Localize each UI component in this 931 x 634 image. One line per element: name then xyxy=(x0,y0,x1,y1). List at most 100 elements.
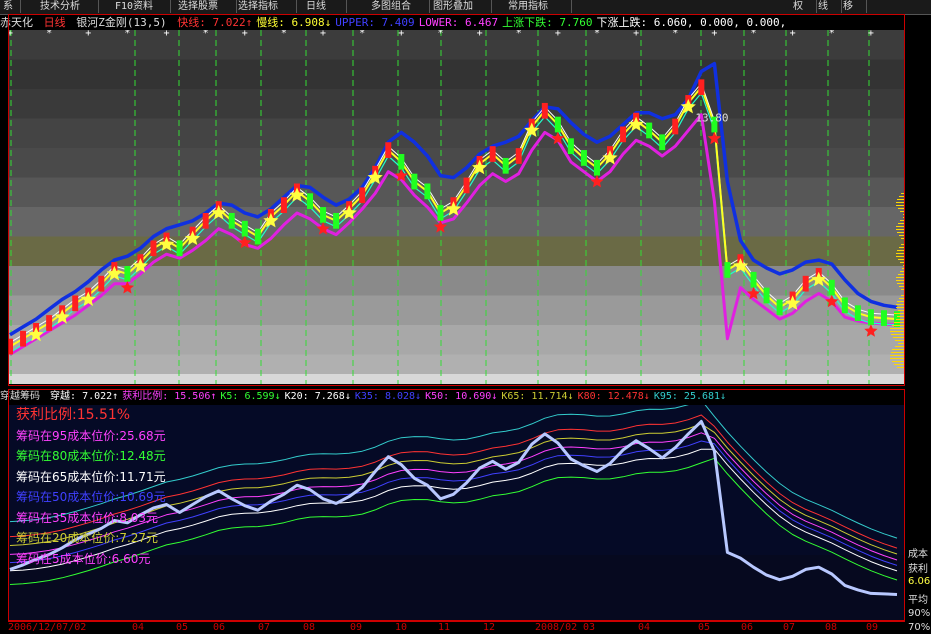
date-tick-label: 09 xyxy=(350,622,363,633)
volume-profile-bar xyxy=(890,328,904,329)
chip-legend: 穿越筹码 穿越: 7.022↑ 获利比例: 15.506↑ K5: 6.599↓ K2… xyxy=(0,390,905,404)
volume-profile-bar xyxy=(896,280,904,281)
chip-info-line: 筹码在95成本位价:25.68元 xyxy=(16,428,166,443)
volume-profile-bar xyxy=(890,358,904,359)
candle xyxy=(580,150,587,166)
volume-profile-bar xyxy=(891,352,904,353)
date-tick-label: 07 xyxy=(783,622,796,633)
candle xyxy=(411,173,418,190)
volume-profile-bar xyxy=(894,364,904,365)
legend-item: 慢线: 6.908↓ xyxy=(256,16,332,29)
volume-profile-bar xyxy=(896,202,904,203)
signal-marker: + xyxy=(8,30,13,39)
cost-label: 成本 xyxy=(908,549,928,560)
volume-profile-bar xyxy=(903,214,904,215)
candle xyxy=(659,134,666,151)
toolbar-menu-9[interactable]: 权 xyxy=(790,0,817,13)
volume-profile-bar xyxy=(903,265,904,266)
volume-profile-bar xyxy=(898,223,904,224)
toolbar-menu-11[interactable]: 移 xyxy=(840,0,867,13)
volume-profile-bar xyxy=(897,316,904,317)
volume-profile-bar xyxy=(899,286,904,287)
candle xyxy=(202,212,209,229)
candle xyxy=(8,338,13,355)
candle xyxy=(841,297,848,314)
candle xyxy=(437,205,444,221)
date-tick-label: 2008/02 xyxy=(535,622,578,633)
price-chart[interactable]: + * + * + * + * + * + * + * + * + * + * + * +13.80 xyxy=(8,30,905,384)
legend-item: K20: 7.268↓ xyxy=(284,391,351,402)
legend-item: K95: 25.681↓ xyxy=(653,391,727,402)
right-panel: 成本 获利 6.06 平均 90% 70% xyxy=(905,30,931,633)
toolbar-menu-1[interactable]: 技术分析 xyxy=(37,0,99,13)
toolbar-menu-6[interactable]: 多图组合 xyxy=(368,0,430,13)
legend-item: 上涨下跌: 7.760 xyxy=(502,16,593,29)
indicator-name[interactable]: 银河Z金刚(13,5) xyxy=(76,16,166,29)
volume-profile-bar xyxy=(896,253,904,254)
volume-profile-bar xyxy=(898,274,904,275)
candle xyxy=(541,102,548,119)
toolbar-menu-3[interactable]: 选择股票 xyxy=(175,0,237,13)
signal-marker: + xyxy=(398,30,404,39)
volume-profile-bar xyxy=(901,244,904,245)
candle xyxy=(385,142,392,158)
background-band xyxy=(8,118,905,149)
candle xyxy=(320,207,327,223)
background-band xyxy=(8,59,905,90)
average-label: 平均 xyxy=(908,595,928,606)
toolbar-menu-7[interactable]: 图形叠加 xyxy=(430,0,492,13)
legend-item: 下涨上跌: 6.060, 0.000, 0.000, xyxy=(596,16,787,29)
date-tick-label: 09 xyxy=(866,622,879,633)
candle xyxy=(502,157,509,174)
candle xyxy=(333,212,340,229)
candle xyxy=(750,271,757,288)
period-label[interactable]: 日线 xyxy=(44,16,66,29)
chip-info-line: 筹码在20成本位价:7.27元 xyxy=(16,531,159,545)
toolbar-menu-5[interactable]: 日线 xyxy=(303,0,347,13)
toolbar-menu-2[interactable]: F10资料 xyxy=(112,0,171,13)
volume-profile-bar xyxy=(890,331,904,332)
chip-info-panel: 获利比例:15.51% 筹码在95成本位价:25.68元 筹码在80成本位价:12.… xyxy=(16,405,166,569)
volume-profile-bar xyxy=(897,232,904,233)
volume-profile-bar xyxy=(897,199,904,200)
volume-profile-bar xyxy=(896,256,904,257)
volume-profile-bar xyxy=(893,337,904,338)
background-band xyxy=(8,30,905,61)
date-tick-label: 2006/12/07/02 xyxy=(8,622,87,633)
volume-profile-bar xyxy=(898,343,904,344)
volume-profile-bar xyxy=(897,250,904,251)
legend-item: K80: 12.478↓ xyxy=(577,391,650,402)
toolbar-menu-8[interactable]: 常用指标 xyxy=(505,0,572,13)
candle xyxy=(241,220,248,237)
signal-marker: + xyxy=(320,30,326,39)
date-tick-label: 12 xyxy=(483,622,496,633)
chip-info-line: 筹码在35成本位价:8.03元 xyxy=(16,510,159,525)
toolbar-menu-4[interactable]: 选择指标 xyxy=(235,0,297,13)
toolbar-menu-0[interactable]: 系 xyxy=(0,0,21,13)
chip-info-line: 筹码在5成本位价:6.60元 xyxy=(16,551,151,566)
volume-profile-bar xyxy=(903,217,904,218)
date-tick-label: 11 xyxy=(438,622,451,633)
legend-item: LOWER: 6.467 xyxy=(418,16,499,29)
volume-profile-bar xyxy=(897,283,904,284)
toolbar-menu-10[interactable]: 线 xyxy=(815,0,842,13)
volume-profile-bar xyxy=(890,355,904,356)
candle xyxy=(176,240,183,257)
chip-indicator-title[interactable]: 穿越筹码 xyxy=(0,391,40,402)
chip-info-line: 获利比例:15.51% xyxy=(16,407,131,423)
signal-marker: + xyxy=(868,30,874,39)
volume-profile-bar xyxy=(896,229,904,230)
percent-70-label: 70% xyxy=(908,622,931,633)
signal-marker: * xyxy=(281,30,287,39)
volume-profile-bar xyxy=(892,325,904,326)
candle xyxy=(463,177,470,194)
high-price-label: 13.80 xyxy=(695,112,728,125)
volume-profile-bar xyxy=(899,196,904,197)
volume-profile-bar xyxy=(901,193,904,194)
background-band xyxy=(8,325,905,356)
legend-item: K35: 8.028↓ xyxy=(354,391,422,402)
background-band xyxy=(8,374,905,384)
price-chart-svg: + * + * + * + * + * + * + * + * + * + * + * +13.80 xyxy=(8,30,905,384)
cost-value: 6.06 xyxy=(908,576,931,587)
candle xyxy=(672,118,679,135)
